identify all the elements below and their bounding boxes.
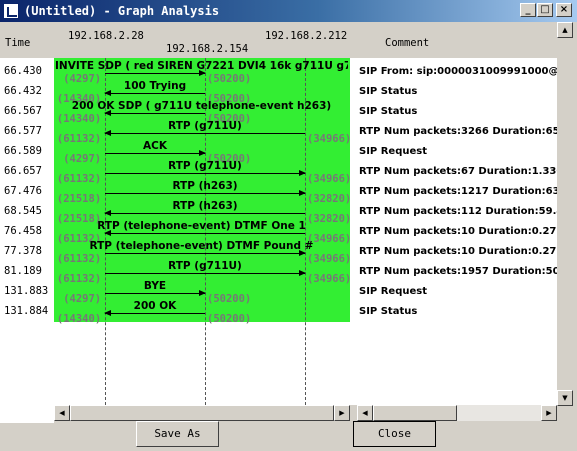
source-port: (61132) — [56, 253, 102, 265]
row-comment: SIP From: sip:0000031009991000@1 — [359, 66, 557, 77]
minimize-button[interactable]: _ — [520, 3, 536, 17]
row-comment: SIP Status — [359, 106, 418, 117]
row-comment: RTP Num packets:3266 Duration:65.29 — [359, 126, 557, 137]
graph-separator — [350, 58, 357, 405]
message-label[interactable]: 200 OK SDP ( g711U telephone-event h263) — [55, 100, 348, 112]
message-label[interactable]: RTP (g711U) — [105, 160, 305, 172]
source-port: (61132) — [56, 133, 102, 145]
vertical-scrollbar[interactable]: ▲ ▼ — [557, 22, 573, 407]
comment-column-header: Comment — [385, 37, 430, 49]
row-time: 66.432 — [4, 85, 42, 97]
source-port: (4297) — [63, 293, 102, 305]
row-time: 76.458 — [4, 225, 42, 237]
message-arrow[interactable] — [105, 250, 306, 256]
comment-column: SIP From: sip:0000031009991000@1 SIP Stat… — [357, 58, 557, 405]
comment-scroll-left-button[interactable]: ◀ — [357, 405, 373, 421]
row-time: 131.883 — [4, 285, 49, 297]
source-port: (21518) — [56, 193, 102, 205]
close-button[interactable]: Close — [353, 421, 436, 447]
row-comment: RTP Num packets:67 Duration:1.330s — [359, 166, 557, 177]
row-time: 77.378 — [4, 245, 42, 257]
destination-port: (34966) — [307, 273, 352, 285]
message-label[interactable]: RTP (h263) — [105, 200, 305, 212]
comment-scroll-right-button[interactable]: ▶ — [541, 405, 557, 421]
graph-scroll-right-button[interactable]: ▶ — [334, 405, 350, 421]
host-header-3: 192.168.2.212 — [265, 30, 348, 42]
message-label[interactable]: BYE — [105, 280, 205, 292]
row-time: 66.657 — [4, 165, 42, 177]
row-time: 67.476 — [4, 185, 42, 197]
source-port: (4297) — [63, 73, 102, 85]
message-label[interactable]: ACK — [105, 140, 205, 152]
message-label[interactable]: 200 OK — [105, 300, 205, 312]
save-as-button[interactable]: Save As — [136, 421, 219, 447]
row-time: 66.589 — [4, 145, 42, 157]
maximize-button[interactable]: □ — [537, 3, 553, 17]
row-comment: SIP Status — [359, 86, 418, 97]
message-arrow[interactable] — [105, 270, 306, 276]
row-comment: RTP Num packets:112 Duration:59.495 — [359, 206, 557, 217]
message-arrow[interactable] — [105, 70, 206, 76]
row-comment: RTP Num packets:1217 Duration:63.84 — [359, 186, 557, 197]
message-label[interactable]: 100 Trying — [105, 80, 205, 92]
window-title: (Untitled) - Graph Analysis — [24, 4, 220, 18]
row-comment: SIP Status — [359, 306, 418, 317]
row-time: 68.545 — [4, 205, 42, 217]
host-header-2: 192.168.2.154 — [166, 43, 249, 55]
row-time: 131.884 — [4, 305, 49, 317]
row-comment: SIP Request — [359, 146, 428, 157]
destination-port: (34966) — [307, 253, 352, 265]
destination-port: (34966) — [307, 133, 352, 145]
host-header-1: 192.168.2.28 — [68, 30, 144, 42]
message-arrow[interactable] — [104, 210, 305, 216]
message-arrow[interactable] — [105, 290, 206, 296]
destination-port: (50200) — [207, 313, 252, 325]
message-arrow[interactable] — [104, 130, 305, 136]
scroll-up-button[interactable]: ▲ — [557, 22, 573, 38]
message-label[interactable]: RTP (telephone-event) DTMF One 1 — [55, 220, 348, 232]
scroll-down-button[interactable]: ▼ — [557, 390, 573, 406]
graph-scroll-left-button[interactable]: ◀ — [54, 405, 70, 421]
comment-scroll-thumb[interactable] — [373, 405, 457, 421]
message-arrow[interactable] — [104, 110, 205, 116]
destination-port: (50200) — [207, 73, 252, 85]
message-label[interactable]: RTP (h263) — [105, 180, 305, 192]
graph-scroll-thumb[interactable] — [70, 405, 334, 421]
message-arrow[interactable] — [104, 90, 205, 96]
row-comment: RTP Num packets:10 Duration:0.277s — [359, 226, 557, 237]
comment-horizontal-scrollbar[interactable] — [373, 405, 541, 421]
source-port: (14340) — [56, 113, 102, 125]
message-arrow[interactable] — [104, 230, 305, 236]
row-comment: SIP Request — [359, 286, 428, 297]
close-window-button[interactable]: × — [556, 3, 572, 17]
message-arrow[interactable] — [105, 150, 206, 156]
destination-port: (34966) — [307, 173, 352, 185]
row-comment: RTP Num packets:1957 Duration:50.08 — [359, 266, 557, 277]
row-time: 66.430 — [4, 65, 42, 77]
source-port: (61132) — [56, 273, 102, 285]
message-arrow[interactable] — [105, 170, 306, 176]
message-label[interactable]: RTP (g711U) — [105, 260, 305, 272]
source-port: (61132) — [56, 173, 102, 185]
message-arrow[interactable] — [105, 190, 306, 196]
graph-horizontal-scrollbar[interactable] — [70, 405, 334, 421]
row-comment: RTP Num packets:10 Duration:0.275s — [359, 246, 557, 257]
source-port: (14340) — [56, 313, 102, 325]
row-time: 81.189 — [4, 265, 42, 277]
destination-port: (32820) — [307, 193, 352, 205]
destination-port: (50200) — [207, 293, 252, 305]
title-bar[interactable]: (Untitled) - Graph Analysis _ □ × — [0, 0, 577, 22]
time-column-header: Time — [5, 37, 31, 49]
message-label[interactable]: RTP (g711U) — [105, 120, 305, 132]
source-port: (4297) — [63, 153, 102, 165]
row-time: 66.577 — [4, 125, 42, 137]
graph-app-icon — [3, 3, 19, 19]
message-arrow[interactable] — [104, 310, 205, 316]
row-time: 66.567 — [4, 105, 42, 117]
